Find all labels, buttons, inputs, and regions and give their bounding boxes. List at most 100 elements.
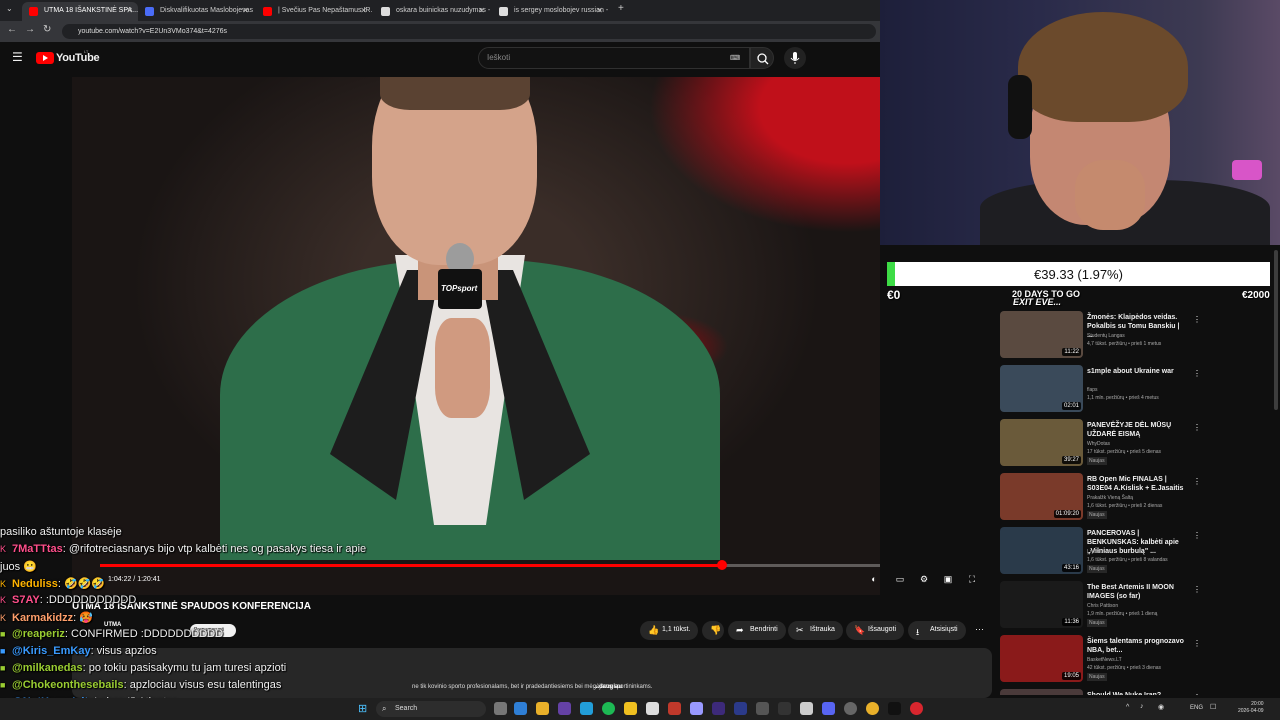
keyboard-language[interactable]: ENG [1190, 705, 1203, 711]
telegram-icon[interactable] [580, 702, 593, 715]
taskbar-clock[interactable]: 20:00 2026-04-09 [1238, 701, 1264, 715]
show-more-link[interactable]: ...daugiau [594, 684, 622, 690]
scissors-button[interactable]: ✂ Ištrauka [788, 621, 843, 640]
forward-icon[interactable]: → [25, 24, 35, 35]
close-tab-icon[interactable]: ✕ [596, 6, 603, 15]
twitch-icon[interactable] [558, 702, 571, 715]
adobe-icon[interactable] [668, 702, 681, 715]
recommended-video[interactable]: 39:27 PANEVĖŽYJE DĖL MŪSŲ UŽDARĖ EISMĄ Why… [997, 419, 1280, 471]
recommended-channel[interactable]: Lrytas.lt [1087, 549, 1105, 555]
voice-search-button[interactable] [784, 47, 806, 69]
video-thumbnail[interactable]: 02:01 [1000, 365, 1083, 412]
browser-tab[interactable]: UTMA 18 IŠANKSTINĖ SPA... ✕ [22, 2, 138, 21]
more-options-icon[interactable]: ⋮ [1193, 639, 1201, 648]
recommended-title[interactable]: PANEVĖŽYJE DĖL MŪSŲ UŽDARĖ EISMĄ [1087, 421, 1187, 439]
app-icon-2[interactable] [800, 702, 813, 715]
after-effects-icon[interactable] [712, 702, 725, 715]
close-tab-icon[interactable]: ✕ [360, 6, 367, 15]
recommended-video[interactable]: 01:09:20 RB Open Mic FINALAS | S03E04 A.K… [997, 473, 1280, 525]
browser-tab[interactable]: | Svečius Pas Nepaštamus IR... ✕ [256, 2, 372, 21]
new-tab-icon[interactable]: + [618, 3, 624, 14]
search-input[interactable]: Ieškoti [478, 47, 750, 69]
more-options-icon[interactable]: ⋮ [1193, 369, 1201, 378]
menu-icon[interactable]: ☰ [12, 50, 23, 64]
close-tab-icon[interactable]: ✕ [126, 6, 133, 15]
more-options-icon[interactable]: ⋮ [1193, 477, 1201, 486]
share-button[interactable]: ➦ Bendrinti [728, 621, 786, 640]
recommended-channel[interactable]: Studentų Langas [1087, 333, 1125, 339]
back-icon[interactable]: ← [7, 24, 17, 35]
windows-start-icon[interactable]: ⊞ [358, 702, 367, 715]
sidebar-scrollbar[interactable] [1274, 250, 1278, 410]
browser-tab[interactable]: oskara buinickas nuzudymas - ✕ [374, 2, 490, 21]
thumbs-up-button[interactable]: 👍 1,1 tūkst. [640, 621, 699, 640]
video-thumbnail[interactable]: 39:27 [1000, 419, 1083, 466]
speaker-icon[interactable]: ♪ [1140, 703, 1144, 710]
recommended-channel[interactable]: BasketNews.LT [1087, 657, 1122, 663]
settings-gear-icon[interactable]: ⚙ [918, 574, 930, 586]
tab-menu-icon[interactable]: ⌄ [6, 4, 13, 13]
fullscreen-icon[interactable]: ⛶ [966, 574, 978, 586]
video-thumbnail[interactable]: 19:05 [1000, 635, 1083, 682]
more-actions-icon[interactable]: ⋯ [975, 624, 984, 635]
recommended-video[interactable]: 19:05 Šiems talentams prognozavo NBA, bet… [997, 635, 1280, 687]
download-button[interactable]: ⭳ Atsisiųsti [908, 621, 966, 640]
browser-tab[interactable]: is sergey moslobojev russian - ✕ [492, 2, 608, 21]
video-thumbnail[interactable]: 11:36 [1000, 581, 1083, 628]
subtitles-icon[interactable]: ▭ [894, 574, 906, 586]
spotify-icon[interactable] [602, 702, 615, 715]
keyboard-icon[interactable]: ⌨ [730, 54, 740, 62]
recommended-video[interactable]: 11:22 Žmonės: Klaipėdos veidas. Pokalbis … [997, 311, 1280, 363]
autoplay-toggle-icon[interactable]: ◐ [868, 574, 880, 586]
chrome-icon-2[interactable] [866, 702, 879, 715]
youtube-logo-icon[interactable] [36, 52, 54, 64]
recommended-title[interactable]: Šiems talentams prognozavo NBA, bet... [1087, 637, 1187, 655]
recommended-video[interactable]: 43:16 PANCEROVAS | BENKUNSKAS: kalbėti ap… [997, 527, 1280, 579]
obs-icon[interactable] [844, 702, 857, 715]
close-tab-icon[interactable]: ✕ [242, 6, 249, 15]
more-options-icon[interactable]: ⋮ [1193, 693, 1201, 695]
premiere-icon[interactable] [690, 702, 703, 715]
recommended-video[interactable]: 02:01 s1mple about Ukraine war flaps 1,1 ml… [997, 365, 1280, 417]
photoshop-icon[interactable] [734, 702, 747, 715]
bookmark-button[interactable]: 🔖 Išsaugoti [846, 621, 905, 640]
recommended-channel[interactable]: Prakalžk Vieną Šaltą [1087, 495, 1133, 501]
calendar-icon[interactable] [646, 702, 659, 715]
recommended-title[interactable]: s1mple about Ukraine war [1087, 367, 1187, 376]
video-thumbnail[interactable]: 01:09:20 [1000, 473, 1083, 520]
tray-chevron-icon[interactable]: ^ [1126, 704, 1129, 711]
video-player[interactable]: TOPsport [72, 77, 880, 595]
reload-icon[interactable]: ↻ [43, 24, 51, 35]
notifications-icon[interactable]: ☐ [1210, 703, 1216, 711]
miniplayer-icon[interactable]: ▣ [942, 574, 954, 586]
video-thumbnail[interactable]: 43:16 [1000, 527, 1083, 574]
app-icon-3[interactable] [910, 702, 923, 715]
recommended-video[interactable]: 11:36 The Best Artemis II MOON IMAGES (so… [997, 581, 1280, 633]
file-explorer-icon[interactable] [624, 702, 637, 715]
more-options-icon[interactable]: ⋮ [1193, 315, 1201, 324]
taskbar-search[interactable]: ⌕ Search [376, 701, 486, 717]
capcut-icon[interactable] [778, 702, 791, 715]
thumbs-down-button[interactable]: 👎 [702, 621, 724, 640]
more-options-icon[interactable]: ⋮ [1193, 423, 1201, 432]
search-button[interactable] [750, 47, 774, 69]
edge-icon[interactable] [514, 702, 527, 715]
task-view-icon[interactable] [494, 702, 507, 715]
recommended-channel[interactable]: WhyDotas [1087, 441, 1110, 447]
url-field[interactable]: youtube.com/watch?v=E2Un3VMo374&t=4276s [62, 24, 876, 39]
recommended-channel[interactable]: Chris Pattison [1087, 603, 1118, 609]
recommended-title[interactable]: The Best Artemis II MOON IMAGES (so far) [1087, 583, 1187, 601]
recommended-title[interactable]: Should We Nuke Iran? [1087, 691, 1187, 695]
tiktok-icon[interactable] [888, 702, 901, 715]
network-icon[interactable]: ◉ [1158, 703, 1164, 711]
progress-scrubber[interactable] [716, 560, 727, 570]
youtube-brand[interactable]: YouTube [56, 52, 100, 64]
browser-tab[interactable]: Diskvalifikuotas Maslobojevas ✕ [138, 2, 254, 21]
recommended-title[interactable]: RB Open Mic FINALAS | S03E04 A.Kislisk +… [1087, 475, 1187, 493]
close-tab-icon[interactable]: ✕ [478, 6, 485, 15]
app-icon[interactable] [756, 702, 769, 715]
video-thumbnail[interactable]: 11:22 [1000, 311, 1083, 358]
chrome-icon[interactable] [536, 702, 549, 715]
more-options-icon[interactable]: ⋮ [1193, 531, 1201, 540]
video-thumbnail[interactable] [1000, 689, 1083, 695]
